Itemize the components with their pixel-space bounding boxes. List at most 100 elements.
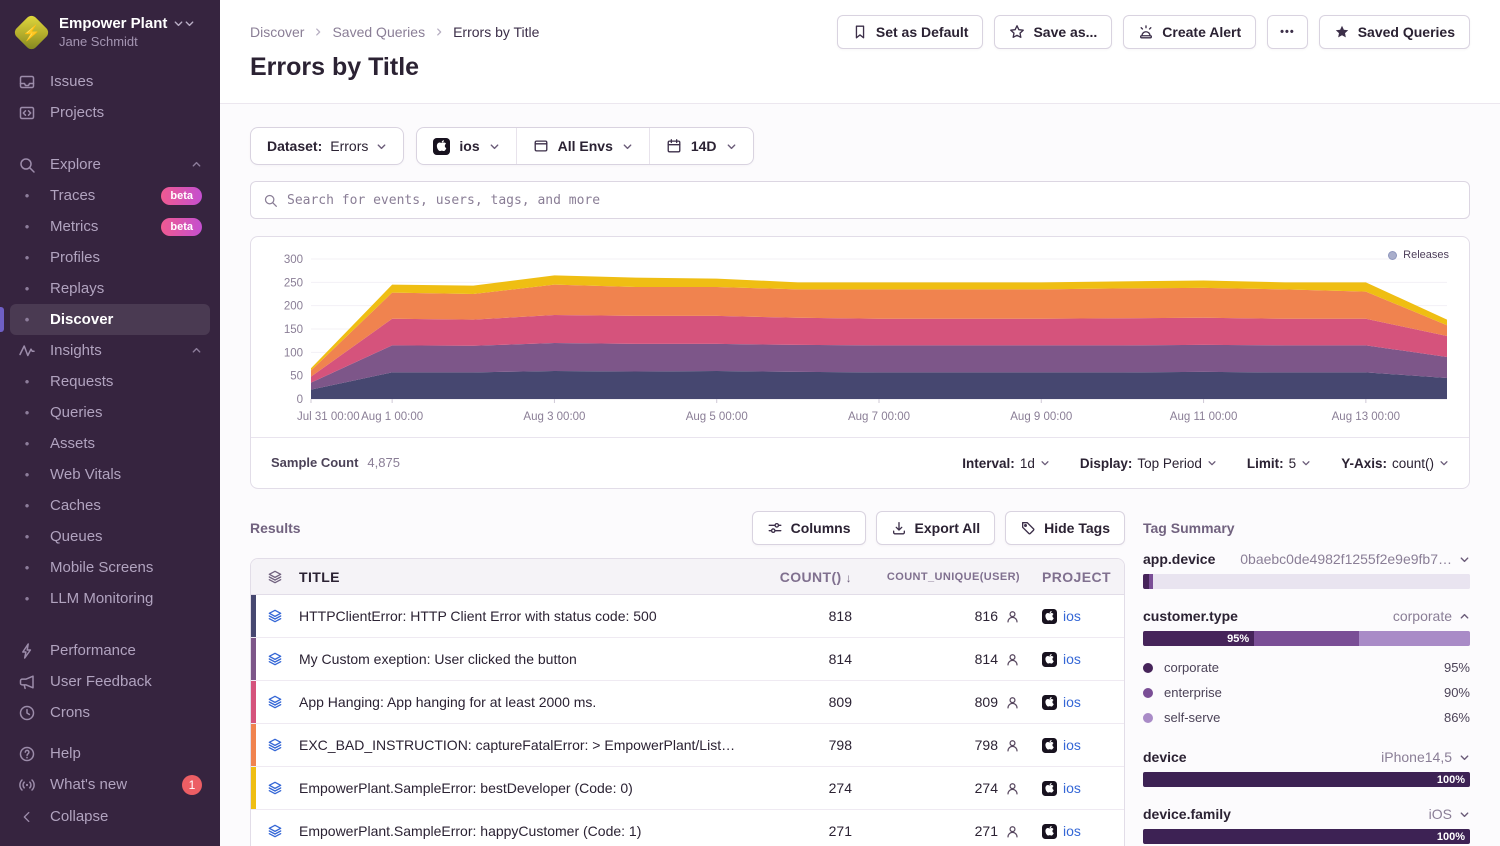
- row-unique-value: 274: [975, 780, 998, 796]
- tag-distribution-bar[interactable]: 100%: [1143, 772, 1470, 787]
- sidebar-item-label: Profiles: [50, 249, 100, 266]
- sidebar-item-caches[interactable]: •Caches: [10, 490, 210, 521]
- tag-legend-row[interactable]: corporate95%: [1143, 655, 1470, 680]
- sidebar-item-issues[interactable]: Issues: [10, 66, 210, 97]
- row-title[interactable]: My Custom exeption: User clicked the but…: [299, 651, 758, 667]
- chevron-down-icon: [1439, 458, 1449, 468]
- sort-desc-icon: ↓: [846, 571, 852, 585]
- environment-selector[interactable]: All Envs: [516, 128, 649, 164]
- expand-stack-button[interactable]: [251, 651, 299, 667]
- sidebar-item-queries[interactable]: •Queries: [10, 397, 210, 428]
- chevron-up-icon: [191, 159, 202, 170]
- expand-stack-button[interactable]: [251, 694, 299, 710]
- chart-controls: Interval:1d Display:Top Period Limit:5 Y-Ax…: [962, 456, 1449, 471]
- apple-icon: [1042, 609, 1057, 624]
- column-header-project[interactable]: PROJECT: [1026, 569, 1124, 585]
- tag-sections: app.device0baebc0de4982f1255f2e9e9fb7… cu…: [1143, 551, 1470, 846]
- saved-queries-button[interactable]: Saved Queries: [1319, 15, 1470, 49]
- tag-section-header[interactable]: device.familyiOS: [1143, 806, 1470, 822]
- interval-selector[interactable]: Interval:1d: [962, 456, 1050, 471]
- sidebar-item-what-s-new[interactable]: What's new1: [10, 769, 210, 795]
- sidebar-item-insights[interactable]: Insights: [10, 335, 210, 366]
- column-header-count[interactable]: COUNT()↓: [758, 569, 858, 585]
- tag-legend-row[interactable]: enterprise90%: [1143, 680, 1470, 705]
- sidebar-item-crons[interactable]: Crons: [10, 697, 210, 728]
- user-icon: [1005, 824, 1020, 839]
- breadcrumb-item-discover[interactable]: Discover: [250, 24, 304, 40]
- row-title[interactable]: EmpowerPlant.SampleError: happyCustomer …: [299, 823, 758, 839]
- button-label: Create Alert: [1162, 24, 1241, 40]
- sidebar-item-explore[interactable]: Explore: [10, 149, 210, 180]
- bullet-icon: •: [18, 405, 36, 420]
- expand-stack-button[interactable]: [251, 737, 299, 753]
- search-input[interactable]: [287, 193, 1457, 208]
- tag-distribution-bar[interactable]: 100%: [1143, 829, 1470, 844]
- y-axis-selector[interactable]: Y-Axis:count(): [1341, 456, 1449, 471]
- page-title: Errors by Title: [250, 53, 419, 82]
- org-switcher[interactable]: ⚡ Empower Plant Jane Schmidt: [0, 0, 220, 62]
- sidebar-item-profiles[interactable]: •Profiles: [10, 242, 210, 273]
- sidebar-collapse-button[interactable]: Collapse: [10, 801, 210, 832]
- dataset-selector[interactable]: Dataset: Errors: [250, 127, 404, 165]
- sidebar-item-label: Performance: [50, 642, 136, 659]
- date-range-selector[interactable]: 14D: [649, 128, 753, 164]
- row-title[interactable]: EXC_BAD_INSTRUCTION: captureFatalError: …: [299, 737, 758, 753]
- sidebar-item-queues[interactable]: •Queues: [10, 521, 210, 552]
- export-all-button[interactable]: Export All: [876, 511, 996, 545]
- row-title[interactable]: App Hanging: App hanging for at least 20…: [299, 694, 758, 710]
- project-link[interactable]: ios: [1026, 651, 1124, 667]
- project-link[interactable]: ios: [1026, 737, 1124, 753]
- sidebar-item-user-feedback[interactable]: User Feedback: [10, 666, 210, 697]
- tag-section-header[interactable]: app.device0baebc0de4982f1255f2e9e9fb7…: [1143, 551, 1470, 567]
- tag-section-header[interactable]: customer.typecorporate: [1143, 608, 1470, 624]
- ellipsis-icon: •••: [1280, 26, 1295, 38]
- column-header-title[interactable]: TITLE: [299, 569, 758, 585]
- button-label: Columns: [791, 520, 851, 536]
- project-link[interactable]: ios: [1026, 780, 1124, 796]
- hide-tags-button[interactable]: Hide Tags: [1005, 511, 1125, 545]
- sidebar-item-web-vitals[interactable]: •Web Vitals: [10, 459, 210, 490]
- legend-label: enterprise: [1164, 685, 1222, 700]
- stacked-area-chart[interactable]: 050100150200250300Jul 31 00:00Aug 1 00:0…: [267, 249, 1453, 427]
- tag-top-value: iOS: [1429, 806, 1470, 822]
- tag-section-header[interactable]: deviceiPhone14,5: [1143, 749, 1470, 765]
- create-alert-button[interactable]: Create Alert: [1123, 15, 1256, 49]
- sidebar-item-projects[interactable]: Projects: [10, 97, 210, 128]
- set-as-default-button[interactable]: Set as Default: [837, 15, 984, 49]
- tag-distribution-bar[interactable]: 95%: [1143, 631, 1470, 646]
- sidebar-item-performance[interactable]: Performance: [10, 635, 210, 666]
- row-title[interactable]: HTTPClientError: HTTP Client Error with …: [299, 608, 758, 624]
- sidebar-item-replays[interactable]: •Replays: [10, 273, 210, 304]
- more-options-button[interactable]: •••: [1267, 15, 1308, 49]
- row-title[interactable]: EmpowerPlant.SampleError: bestDeveloper …: [299, 780, 758, 796]
- display-selector[interactable]: Display:Top Period: [1080, 456, 1217, 471]
- sidebar-item-traces[interactable]: •Tracesbeta: [10, 180, 210, 211]
- sidebar-item-mobile-screens[interactable]: •Mobile Screens: [10, 552, 210, 583]
- project-link[interactable]: ios: [1026, 823, 1124, 839]
- save-as-button[interactable]: Save as...: [994, 15, 1112, 49]
- tag-legend-row[interactable]: self-serve86%: [1143, 705, 1470, 730]
- sidebar-item-metrics[interactable]: •Metricsbeta: [10, 211, 210, 242]
- sidebar-item-help[interactable]: Help: [10, 738, 210, 769]
- project-link[interactable]: ios: [1026, 694, 1124, 710]
- project-selector[interactable]: ios: [417, 128, 515, 164]
- limit-selector[interactable]: Limit:5: [1247, 456, 1311, 471]
- expand-stack-button[interactable]: [251, 823, 299, 839]
- tag-distribution-bar[interactable]: [1143, 574, 1470, 589]
- chevron-down-icon: [1459, 809, 1470, 820]
- releases-legend[interactable]: Releases: [1388, 249, 1449, 261]
- window-icon: [533, 138, 549, 154]
- sidebar-gap: [10, 728, 210, 738]
- project-link[interactable]: ios: [1026, 608, 1124, 624]
- sidebar-item-assets[interactable]: •Assets: [10, 428, 210, 459]
- expand-stack-button[interactable]: [251, 608, 299, 624]
- calendar-icon: [666, 138, 682, 154]
- sidebar-item-discover[interactable]: •Discover: [10, 304, 210, 335]
- column-header-count-unique[interactable]: COUNT_UNIQUE(USER): [858, 571, 1026, 583]
- columns-button[interactable]: Columns: [752, 511, 866, 545]
- sidebar-item-label: Crons: [50, 704, 90, 721]
- sidebar-item-llm-monitoring[interactable]: •LLM Monitoring: [10, 583, 210, 614]
- sidebar-item-requests[interactable]: •Requests: [10, 366, 210, 397]
- expand-stack-button[interactable]: [251, 780, 299, 796]
- breadcrumb-item-saved-queries[interactable]: Saved Queries: [332, 24, 425, 40]
